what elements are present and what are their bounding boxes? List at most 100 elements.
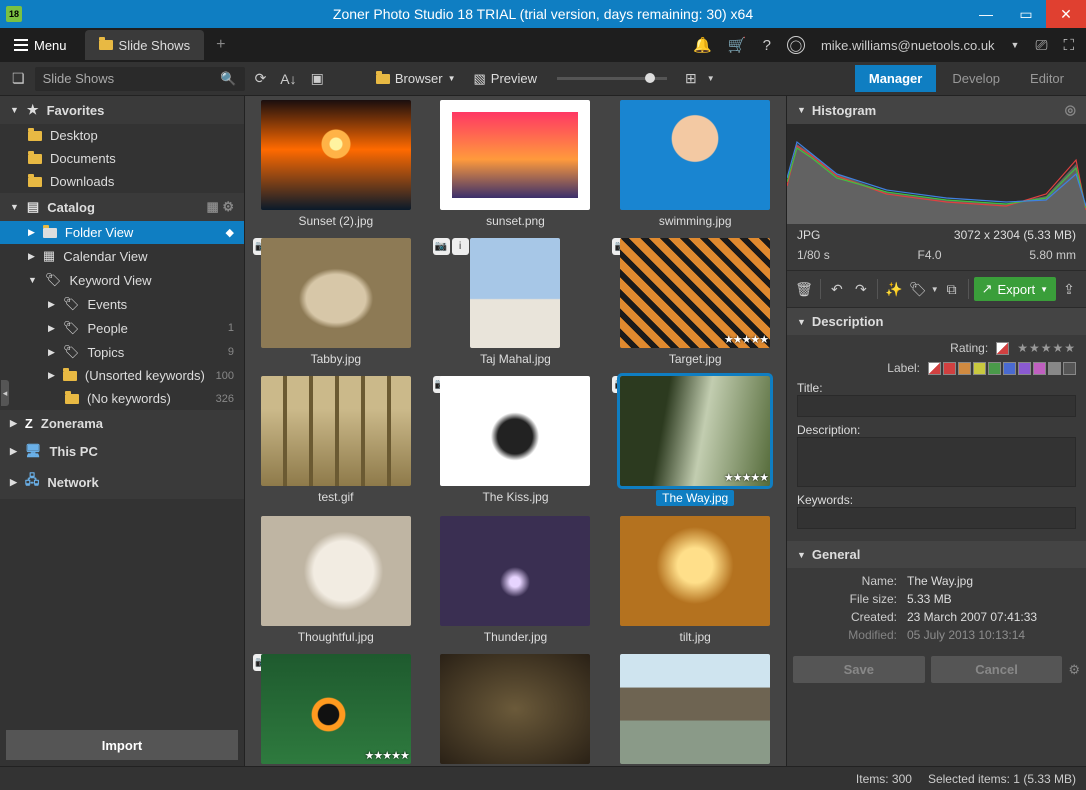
chevron-down-icon[interactable]: ▼ [707,74,715,83]
back-icon[interactable]: ❏ [8,70,29,87]
breadcrumb-search[interactable]: Slide Shows 🔍 [35,67,245,91]
share-icon[interactable]: ⇪ [1058,277,1080,301]
thumbnail-item[interactable]: 📷i★★★★★Target.jpg [612,238,778,366]
thumbnail-item[interactable]: 📷iTaj Mahal.jpg [433,238,599,366]
thumbnail-item[interactable]: 📷i★★★★★The Way.jpg [612,376,778,506]
tree-zonerama-head[interactable]: ▶ZZonerama [0,410,244,437]
color-label-swatch[interactable] [1063,362,1076,375]
color-label-swatch[interactable] [958,362,971,375]
collapse-left-icon[interactable]: ◂ [1,380,9,406]
tree-item-documents[interactable]: Documents [0,147,244,170]
help-icon[interactable]: ? [763,37,771,54]
color-label-swatch[interactable] [1003,362,1016,375]
histogram-panel-head[interactable]: ▼Histogram◎ [787,96,1086,124]
thumbnail-item[interactable]: Sunset (2).jpg [253,100,419,228]
tree-item-downloads[interactable]: Downloads [0,170,244,193]
tree-item-topics[interactable]: ▶🏷Topics9 [40,340,244,364]
rotate-right-icon[interactable]: ↷ [850,277,872,301]
trash-icon[interactable]: 🗑 [793,277,815,301]
general-panel-head[interactable]: ▼General [787,541,1086,568]
thumbnail-item[interactable]: tower.jpg [612,654,778,766]
rotate-left-icon[interactable]: ↶ [826,277,848,301]
description-input[interactable] [797,437,1076,487]
tree-item-folder-view[interactable]: ▶Folder View◆ [0,221,244,244]
menu-label: Menu [34,38,67,53]
minimize-button[interactable]: — [966,0,1006,28]
thumbnail-item[interactable]: swimming.jpg [612,100,778,228]
thumbnail-item[interactable]: test.gif [253,376,419,506]
new-tab-button[interactable]: + [204,36,237,54]
screen-icon[interactable]: ⎚ [1035,37,1047,54]
status-bar: Items: 300 Selected items: 1 (5.33 MB) [0,766,1086,790]
cancel-button[interactable]: Cancel [931,656,1063,683]
tree-item-calendar-view[interactable]: ▶▦Calendar View [0,244,244,268]
sort-icon[interactable]: A↓ [276,71,300,87]
maximize-button[interactable]: ▭ [1006,0,1046,28]
fullscreen-icon[interactable]: ⛶ [1063,37,1074,54]
refresh-icon[interactable]: ⟳ [251,70,271,87]
thumbnail-item[interactable]: Tools.jpg [433,654,599,766]
thumbnail-item[interactable]: 📷iTabby.jpg [253,238,419,366]
tree-item-events[interactable]: ▶🏷Events [40,292,244,316]
tab-slide-shows[interactable]: Slide Shows [85,30,205,60]
thumbnail-item[interactable]: 📷i★★★★★Toco Toucan.jpg [253,654,419,766]
tag-icon[interactable]: 🏷 [907,277,929,301]
save-button[interactable]: Save [793,656,925,683]
chevron-down-icon[interactable]: ▼ [1011,40,1020,50]
tree-item-desktop[interactable]: Desktop [0,124,244,147]
folder-icon [376,74,390,84]
color-label-swatch[interactable] [928,362,941,375]
rating-stars-overlay: ★★★★★ [724,333,768,346]
color-label-swatch[interactable] [943,362,956,375]
gear-icon[interactable]: ⚙ [1068,662,1080,678]
thumbnail-item[interactable]: Thoughtful.jpg [253,516,419,644]
import-button[interactable]: Import [6,730,238,760]
description-panel-head[interactable]: ▼Description [787,308,1086,335]
tree-item-nokeywords[interactable]: (No keywords)326 [40,387,244,410]
color-label-swatch[interactable] [1033,362,1046,375]
mode-editor[interactable]: Editor [1016,65,1078,92]
color-label-swatch[interactable] [973,362,986,375]
compare-icon[interactable]: ⧉ [941,277,963,301]
tree-catalog-head[interactable]: ▼▤Catalog▦ ⚙ [0,193,244,221]
tree-favorites-head[interactable]: ▼★Favorites [0,96,244,124]
thumbnail-size-slider[interactable] [557,77,667,80]
title-input[interactable] [797,395,1076,417]
color-label-swatch[interactable] [988,362,1001,375]
rating-clear-icon[interactable] [996,342,1009,355]
browser-mode-button[interactable]: Browser ▼ [370,71,462,86]
search-icon[interactable]: 🔍 [220,71,236,87]
preview-mode-button[interactable]: ▧ Preview [467,71,543,87]
keywords-input[interactable] [797,507,1076,529]
thumbnail-item[interactable]: sunset.png [433,100,599,228]
tree-thispc-head[interactable]: ▶🖥This PC [0,437,244,465]
thumbnail-item[interactable]: tilt.jpg [612,516,778,644]
color-label-swatch[interactable] [1018,362,1031,375]
tree-item-keyword-view[interactable]: ▼🏷Keyword View [0,268,244,292]
thumbnail-caption: Thunder.jpg [484,630,547,644]
thumbnail-item[interactable]: 📷iThe Kiss.jpg [433,376,599,506]
tree-network-head[interactable]: ▶🖧Network [0,465,244,499]
cart-icon[interactable]: 🛒 [728,36,747,54]
grid-icon[interactable]: ⊞ [681,70,701,87]
mode-manager[interactable]: Manager [855,65,936,92]
camera-icon: 📷 [433,238,450,255]
thumbnail-item[interactable]: Thunder.jpg [433,516,599,644]
wand-icon[interactable]: ✨ [883,277,905,301]
title-field-label: Title: [797,381,1076,395]
filter-icon[interactable]: ▣ [307,70,328,87]
main-menu-button[interactable]: Menu [0,28,81,62]
thumbnail-image [620,100,770,210]
export-button[interactable]: ↗Export▼ [974,277,1056,301]
rating-stars[interactable]: ★★★★★ [1017,341,1076,355]
color-label-swatch[interactable] [1048,362,1061,375]
close-button[interactable]: ✕ [1046,0,1086,28]
tree-item-unsorted[interactable]: ▶(Unsorted keywords)100 [40,364,244,387]
tree-item-people[interactable]: ▶🏷People1 [40,316,244,340]
bell-icon[interactable]: 🔔 [693,36,712,54]
thumbnail-caption: Target.jpg [669,352,722,366]
mode-develop[interactable]: Develop [938,65,1014,92]
user-avatar-icon[interactable]: ◯ [787,36,805,54]
user-email[interactable]: mike.williams@nuetools.co.uk [821,38,995,53]
toolbar: ❏ Slide Shows 🔍 ⟳ A↓ ▣ Browser ▼ ▧ Previ… [0,62,1086,96]
